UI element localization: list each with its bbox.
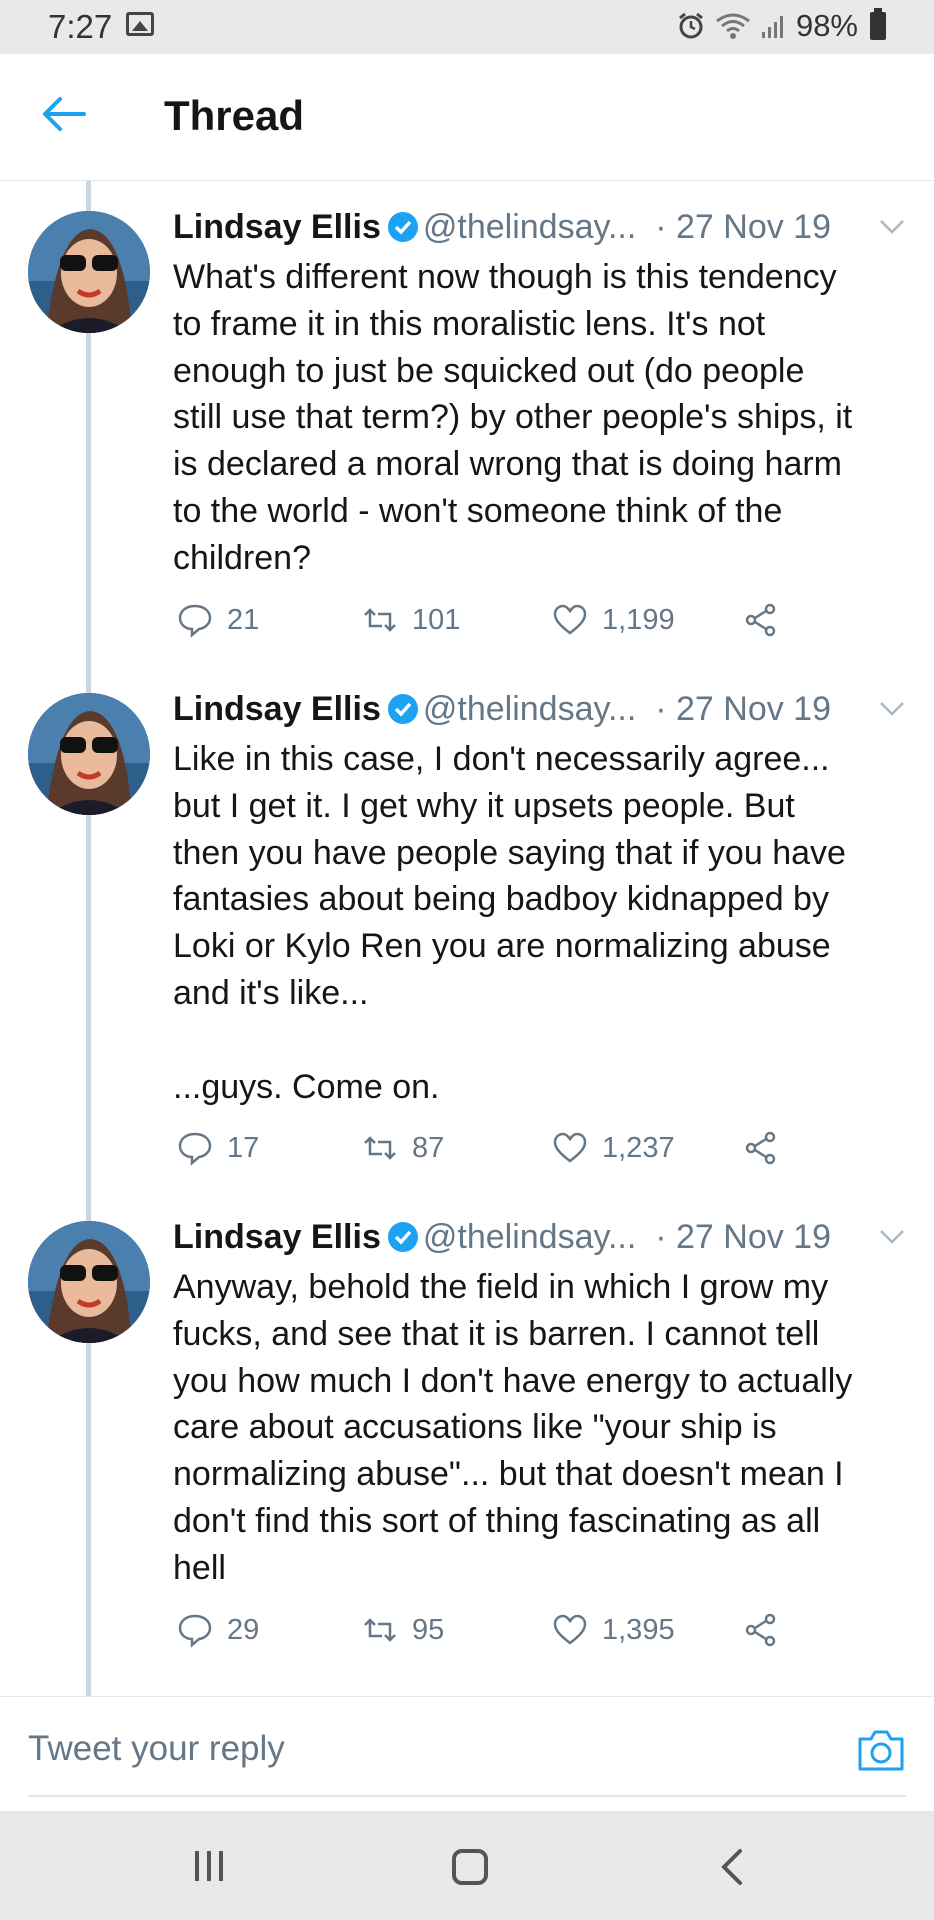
tweet-date[interactable]: · 27 Nov 19 <box>655 208 831 247</box>
nav-back-icon[interactable] <box>718 1847 746 1887</box>
author-name[interactable]: Lindsay Ellis <box>173 1218 381 1256</box>
battery-percent: 98% <box>795 8 858 43</box>
avatar[interactable] <box>28 211 150 333</box>
tweet-actions: 21 101 1,199 <box>177 602 877 646</box>
avatar-image <box>28 211 150 333</box>
heart-icon <box>553 1132 587 1163</box>
retweet-button[interactable]: 101 <box>362 602 460 638</box>
like-count: 1,199 <box>602 603 675 636</box>
verified-badge-icon <box>387 1222 418 1252</box>
app-header: Thread <box>0 54 934 181</box>
retweet-count: 87 <box>412 1131 445 1164</box>
retweet-button[interactable]: 87 <box>362 1130 444 1166</box>
tweet-header: Lindsay Ellis @thelindsay... · 27 Nov 19 <box>173 1218 913 1262</box>
reply-button[interactable]: 21 <box>177 602 259 638</box>
reply-count: 29 <box>227 1613 260 1646</box>
reply-composer: Tweet your reply <box>0 1696 934 1797</box>
avatar-image <box>28 693 150 815</box>
tweet-actions: 17 87 1,237 <box>177 1130 877 1174</box>
back-arrow-icon[interactable] <box>40 94 88 134</box>
like-button[interactable]: 1,237 <box>552 1130 675 1166</box>
wifi-icon <box>716 13 750 39</box>
tweet-text: What's different now though is this tend… <box>173 258 853 577</box>
alarm-icon <box>679 12 703 39</box>
retweet-icon <box>364 1618 396 1642</box>
like-button[interactable]: 1,199 <box>552 602 675 638</box>
share-icon <box>745 1613 776 1647</box>
heart-icon <box>553 604 587 635</box>
recent-apps-icon[interactable] <box>193 1849 225 1883</box>
reply-button[interactable]: 29 <box>177 1612 259 1648</box>
status-indicators: 98% <box>676 8 886 44</box>
home-icon[interactable] <box>452 1849 488 1885</box>
avatar[interactable] <box>28 1221 150 1343</box>
tweet-header: Lindsay Ellis @thelindsay... · 27 Nov 19 <box>173 208 913 252</box>
reply-divider <box>28 1795 906 1797</box>
reply-icon <box>178 604 212 638</box>
page-title: Thread <box>164 92 305 139</box>
author-handle[interactable]: @thelindsay... <box>423 690 636 728</box>
chevron-down-icon[interactable] <box>879 218 905 236</box>
chevron-down-icon[interactable] <box>879 1228 905 1246</box>
retweet-button[interactable]: 95 <box>362 1612 444 1648</box>
reply-count: 17 <box>227 1131 260 1164</box>
author-handle[interactable]: @thelindsay... <box>423 1218 636 1256</box>
verified-badge-icon <box>387 694 418 724</box>
share-button[interactable] <box>743 1130 779 1166</box>
share-icon <box>745 1131 776 1165</box>
author-name[interactable]: Lindsay Ellis <box>173 208 381 246</box>
status-time: 7:27 <box>48 8 113 45</box>
retweet-icon <box>364 608 396 632</box>
thread-connector-line <box>86 181 91 1696</box>
battery-icon <box>870 8 886 40</box>
tweet-text: Like in this case, I don't necessarily a… <box>173 740 846 1106</box>
reply-icon <box>178 1132 212 1166</box>
like-count: 1,237 <box>602 1131 675 1164</box>
tweet-text: Anyway, behold the field in which I grow… <box>173 1268 853 1587</box>
like-button[interactable]: 1,395 <box>552 1612 675 1648</box>
signal-icon <box>761 16 783 38</box>
gallery-notification-icon <box>126 12 154 36</box>
avatar-image <box>28 1221 150 1343</box>
status-bar: 7:27 98% <box>0 0 934 54</box>
author-name[interactable]: Lindsay Ellis <box>173 690 381 728</box>
retweet-count: 95 <box>412 1613 445 1646</box>
tweet-date[interactable]: · 27 Nov 19 <box>655 1218 831 1257</box>
reply-icon <box>178 1614 212 1648</box>
like-count: 1,395 <box>602 1613 675 1646</box>
tweet-actions: 29 95 1,395 <box>177 1612 877 1656</box>
avatar[interactable] <box>28 693 150 815</box>
reply-input[interactable]: Tweet your reply <box>28 1729 285 1769</box>
tweet-header: Lindsay Ellis @thelindsay... · 27 Nov 19 <box>173 690 913 734</box>
retweet-count: 101 <box>412 603 461 636</box>
share-button[interactable] <box>743 1612 779 1648</box>
heart-icon <box>553 1614 587 1645</box>
reply-button[interactable]: 17 <box>177 1130 259 1166</box>
verified-badge-icon <box>387 212 418 242</box>
system-nav-bar <box>0 1811 934 1920</box>
camera-icon[interactable] <box>856 1727 906 1773</box>
author-handle[interactable]: @thelindsay... <box>423 208 636 246</box>
retweet-icon <box>364 1136 396 1160</box>
share-button[interactable] <box>743 602 779 638</box>
share-icon <box>745 603 776 637</box>
tweet-date[interactable]: · 27 Nov 19 <box>655 690 831 729</box>
reply-count: 21 <box>227 603 260 636</box>
chevron-down-icon[interactable] <box>879 700 905 718</box>
